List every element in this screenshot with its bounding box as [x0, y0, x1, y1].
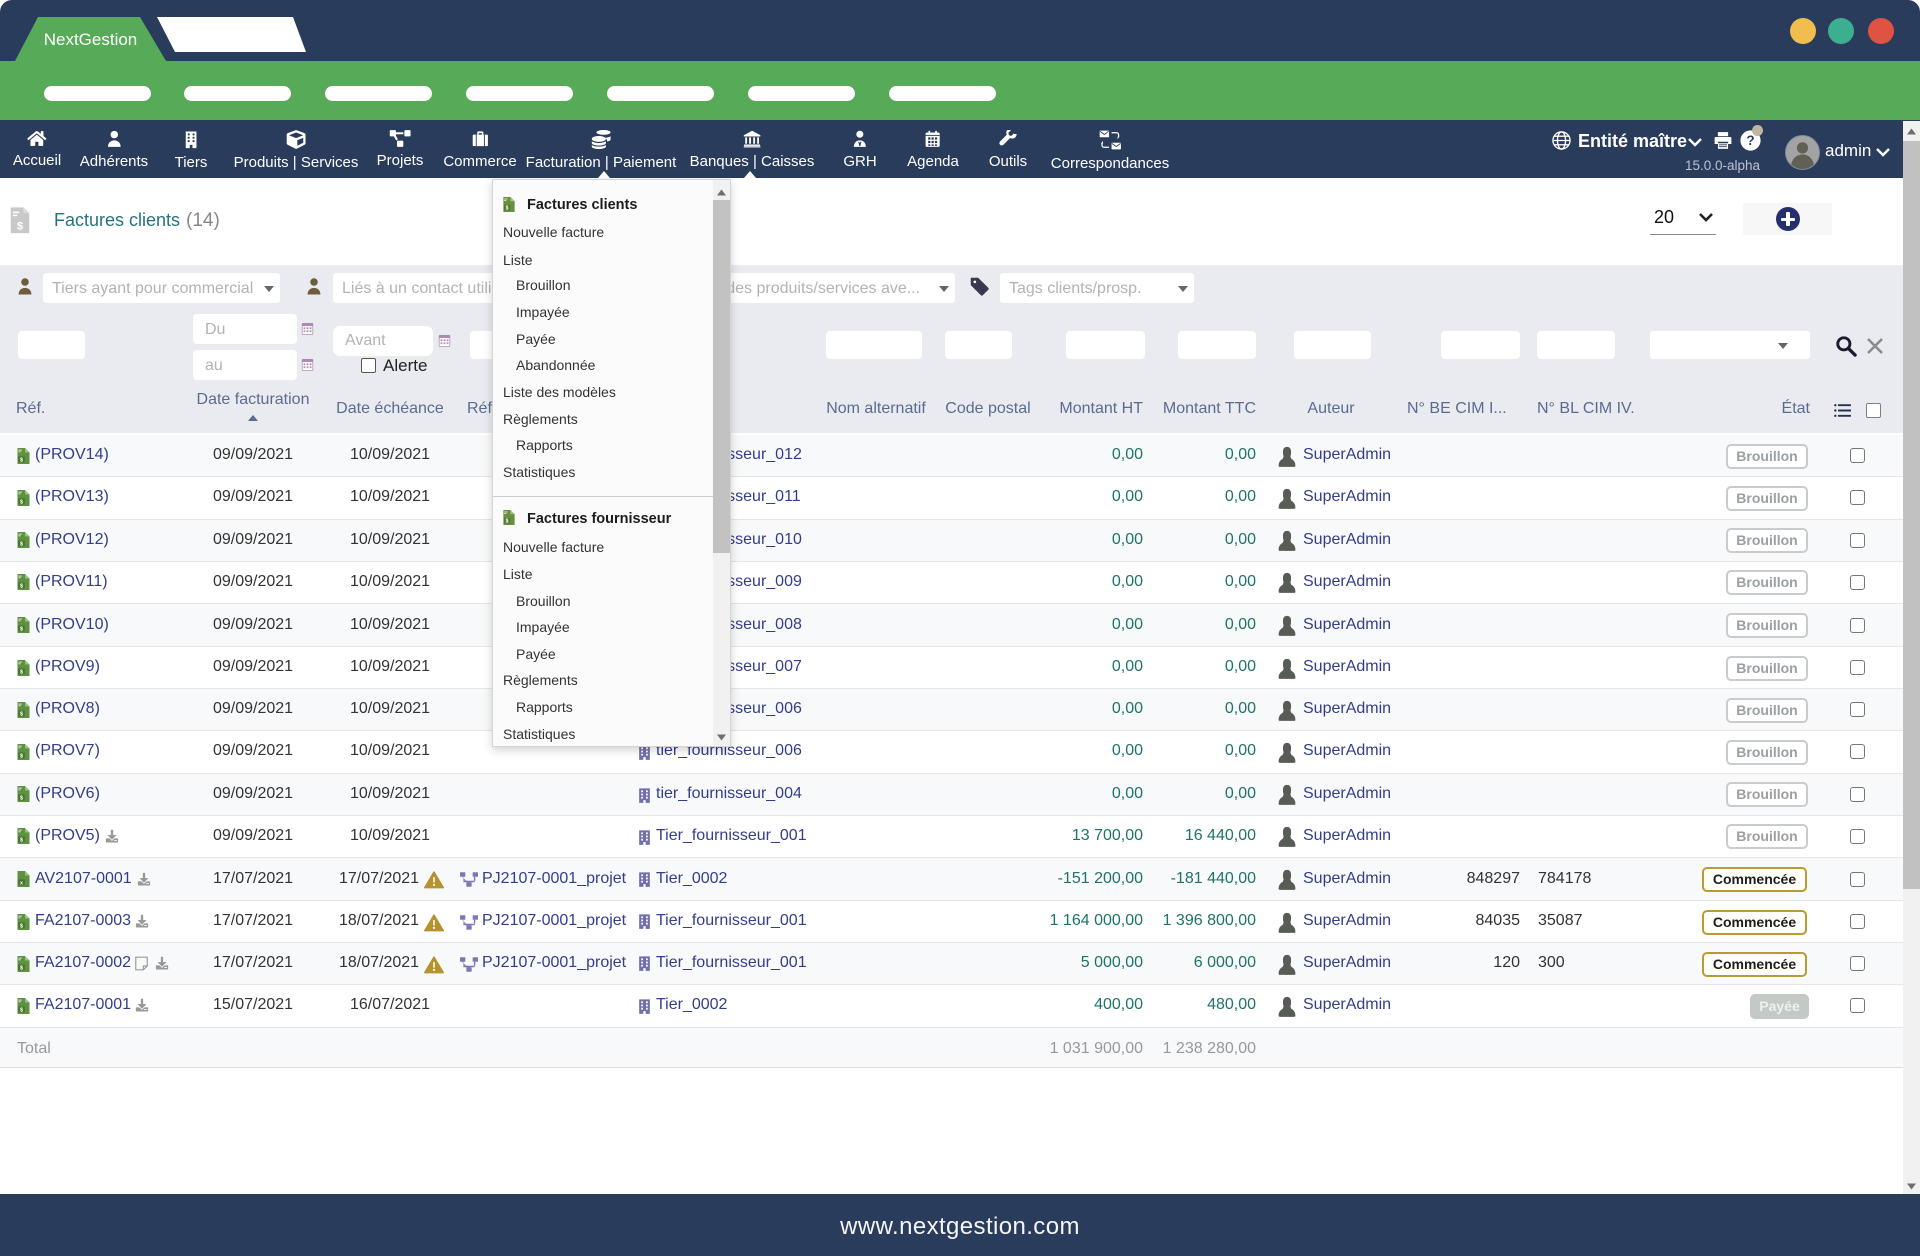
svg-text:$: $	[20, 923, 23, 929]
svg-text:$: $	[20, 541, 23, 547]
svg-text:$: $	[20, 499, 23, 505]
svg-text:$: $	[20, 669, 23, 675]
svg-text:$: $	[17, 221, 24, 233]
svg-text:$: $	[20, 711, 23, 717]
svg-text:$: $	[20, 626, 23, 632]
svg-text:$: $	[20, 795, 23, 801]
svg-text:$: $	[506, 206, 509, 212]
svg-text:$: $	[506, 519, 509, 525]
svg-text:$: $	[20, 753, 23, 759]
svg-text:$: $	[20, 583, 23, 589]
svg-text:$: $	[20, 1007, 23, 1013]
svg-text:$: $	[20, 965, 23, 971]
svg-text:$: $	[20, 837, 23, 843]
svg-text:$: $	[20, 457, 23, 463]
